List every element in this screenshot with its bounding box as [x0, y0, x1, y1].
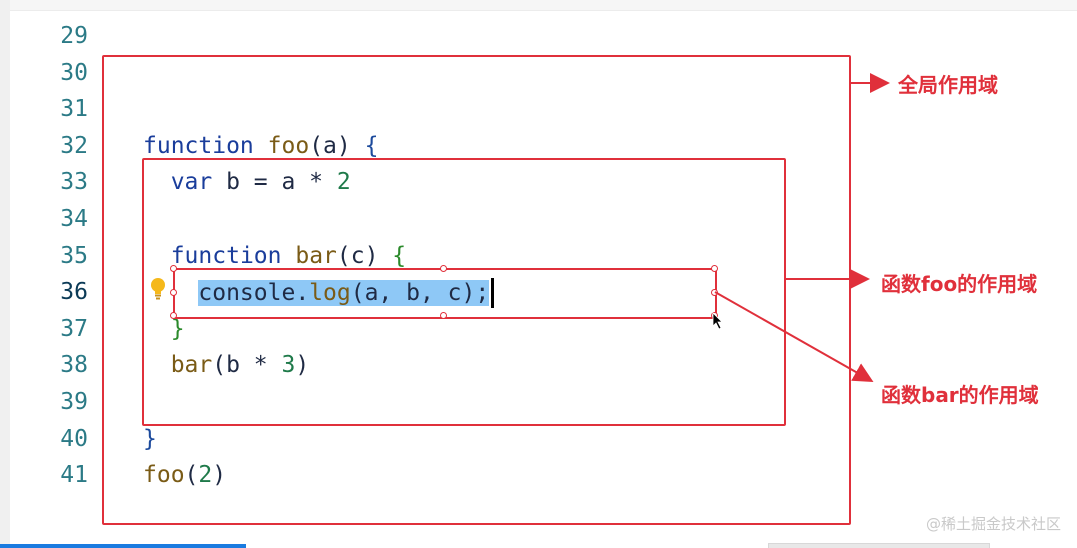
- status-bar: [0, 544, 246, 548]
- bottom-tab[interactable]: [768, 543, 990, 548]
- mouse-cursor-icon: [712, 312, 723, 330]
- global-scope-label: 全局作用域: [898, 73, 998, 97]
- bar-scope-arrow: [714, 291, 874, 382]
- foo-scope-label: 函数foo的作用域: [881, 272, 1038, 296]
- bar-scope-label: 函数bar的作用域: [881, 383, 1039, 407]
- watermark: @稀土掘金技术社区: [925, 515, 1061, 533]
